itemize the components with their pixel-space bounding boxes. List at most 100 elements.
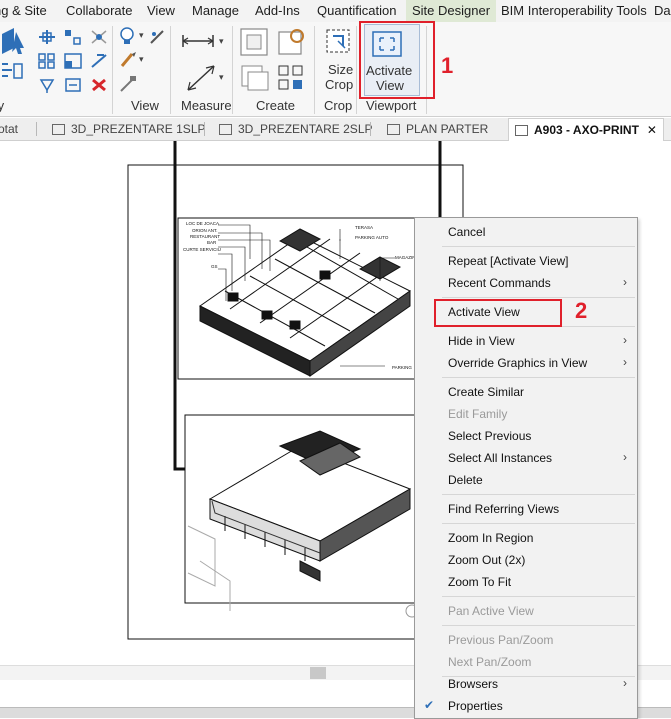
3d-view-icon: [52, 124, 65, 136]
menu-item-edit-family[interactable]: Edit Family: [448, 407, 507, 421]
view-tab-plan-parter[interactable]: PLAN PARTER: [387, 118, 488, 140]
menu-separator: [442, 625, 635, 626]
paintbrush-icon[interactable]: [118, 50, 140, 70]
menu-item-zoom-to-fit[interactable]: Zoom To Fit: [448, 575, 511, 589]
pin-icon[interactable]: [37, 76, 57, 94]
menu-item-select-previous[interactable]: Select Previous: [448, 429, 531, 443]
ribbon-tab-collaborate[interactable]: Collaborate: [66, 3, 133, 18]
close-tab-icon[interactable]: ✕: [647, 123, 657, 137]
annotation-highlight-box-2: [434, 299, 562, 327]
drawing-label: PARKING AUTO: [355, 235, 389, 240]
measure-along-icon[interactable]: [184, 62, 218, 94]
delete-icon[interactable]: [89, 76, 109, 94]
offset-icon[interactable]: [63, 28, 83, 46]
panel-separator: [356, 26, 357, 114]
menu-item-find-referring-views[interactable]: Find Referring Views: [448, 502, 559, 516]
menu-item-hide-in-view[interactable]: Hide in View: [448, 334, 514, 348]
menu-item-repeat-activate-view[interactable]: Repeat [Activate View]: [448, 254, 569, 268]
menu-item-properties[interactable]: Properties: [448, 699, 503, 713]
checkmark-icon: ✔: [424, 698, 435, 712]
array-icon[interactable]: [37, 52, 57, 70]
drawing-label: TERASA: [355, 225, 373, 230]
scrollbar-thumb[interactable]: [310, 667, 326, 679]
menu-item-pan-active-view[interactable]: Pan Active View: [448, 604, 534, 618]
annotation-number-2: 2: [575, 298, 588, 323]
menu-item-create-similar[interactable]: Create Similar: [448, 385, 524, 399]
view-tab-label: 3D_PREZENTARE 2SLP: [238, 122, 373, 136]
scale-icon[interactable]: [63, 52, 83, 70]
ribbon-tab-manage[interactable]: Manage: [192, 3, 239, 18]
drawing-label: GS: [211, 264, 218, 269]
ribbon-tab-site-designer[interactable]: Site Designer: [406, 0, 497, 22]
drawing-label: CURTE SERVICIU: [183, 247, 221, 252]
ribbon-tab-quantification[interactable]: Quantification: [317, 3, 397, 18]
measure-distance-icon[interactable]: [180, 30, 216, 52]
sheet-composition-icon[interactable]: [275, 62, 309, 94]
sheet-icon: [515, 125, 528, 137]
duplicate-view-icon[interactable]: [238, 62, 272, 94]
drawing-label: ORION ANT.: [192, 228, 218, 233]
ribbon-tab-view[interactable]: View: [147, 3, 175, 18]
modify-tools-icon[interactable]: [0, 26, 34, 92]
size-crop-label-line2: Crop: [325, 77, 354, 92]
panel-separator: [170, 26, 171, 114]
drawing-label: MAGAZIN: [395, 255, 416, 260]
ribbon-tab-site[interactable]: ng & Site: [0, 3, 47, 18]
menu-item-select-all-instances[interactable]: Select All Instances: [448, 451, 552, 465]
panel-label-viewport: Viewport: [366, 98, 417, 113]
3d-view-icon: [219, 124, 232, 136]
menu-item-previous-pan-zoom[interactable]: Previous Pan/Zoom: [448, 633, 553, 647]
panel-label-view: View: [131, 98, 159, 113]
view-tab-a903-axo-print[interactable]: A903 - AXO-PRINT ✕: [508, 118, 664, 141]
chevron-down-icon[interactable]: ▾: [139, 54, 144, 65]
ribbon-tab-bar: ng & Site Collaborate View Manage Add-In…: [0, 0, 671, 23]
panel-separator: [112, 26, 113, 114]
menu-item-cancel[interactable]: Cancel: [448, 225, 485, 239]
create-view-icon[interactable]: [238, 26, 272, 60]
menu-separator: [442, 297, 635, 298]
ribbon-tab-bim-interoperability[interactable]: BIM Interoperability Tools: [501, 3, 647, 18]
callout-icon[interactable]: [275, 26, 309, 60]
menu-item-zoom-in-region[interactable]: Zoom In Region: [448, 531, 533, 545]
view-tab-label: A903 - AXO-PRINT: [534, 123, 639, 137]
menu-item-override-graphics[interactable]: Override Graphics in View: [448, 356, 587, 370]
context-menu: Cancel Repeat [Activate View] Recent Com…: [414, 217, 638, 719]
size-crop-icon: [326, 29, 350, 53]
panel-label-crop: Crop: [324, 98, 353, 113]
view-tab-3d-prezentare-2slp[interactable]: 3D_PREZENTARE 2SLP: [219, 118, 373, 140]
unpin-icon[interactable]: [63, 76, 83, 94]
tab-separator: [370, 122, 371, 136]
chevron-down-icon[interactable]: ▾: [139, 30, 144, 41]
panel-label-modify: fy: [0, 98, 5, 113]
submenu-arrow-icon: ›: [623, 676, 627, 690]
drawing-label: BAR: [207, 240, 217, 245]
menu-item-zoom-out[interactable]: Zoom Out (2x): [448, 553, 525, 567]
view-tab-label: 3D_PREZENTARE 1SLP: [71, 122, 206, 136]
menu-item-next-pan-zoom[interactable]: Next Pan/Zoom: [448, 655, 531, 669]
annotation-number-1: 1: [441, 53, 454, 78]
view-tab-3d-prezentare-1slp[interactable]: 3D_PREZENTARE 1SLP: [52, 118, 206, 140]
split-icon[interactable]: [89, 52, 109, 70]
view-tab-truncated[interactable]: otat: [0, 118, 18, 140]
floor-plan-icon: [387, 124, 400, 136]
menu-item-browsers[interactable]: Browsers: [448, 677, 498, 691]
menu-separator: [442, 494, 635, 495]
chevron-down-icon[interactable]: ▾: [219, 36, 224, 47]
menu-separator: [442, 246, 635, 247]
tab-separator: [204, 122, 205, 136]
drawing-label: PARKING: [392, 365, 412, 370]
tab-separator: [36, 122, 37, 136]
panel-separator: [232, 26, 233, 114]
menu-item-recent-commands[interactable]: Recent Commands: [448, 276, 551, 290]
ribbon-tab-add-ins[interactable]: Add-Ins: [255, 3, 300, 18]
lightbulb-icon[interactable]: [118, 26, 140, 46]
linework-icon[interactable]: [148, 28, 166, 46]
menu-item-delete[interactable]: Delete: [448, 473, 483, 487]
hide-element-icon[interactable]: [118, 74, 140, 94]
annotation-highlight-box-1: [359, 21, 435, 99]
ribbon-tab-truncated[interactable]: Da: [654, 3, 671, 18]
chevron-down-icon[interactable]: ▾: [219, 72, 224, 83]
mirror-icon[interactable]: [89, 28, 109, 46]
align-icon[interactable]: [37, 28, 57, 46]
panel-label-create: Create: [256, 98, 296, 113]
